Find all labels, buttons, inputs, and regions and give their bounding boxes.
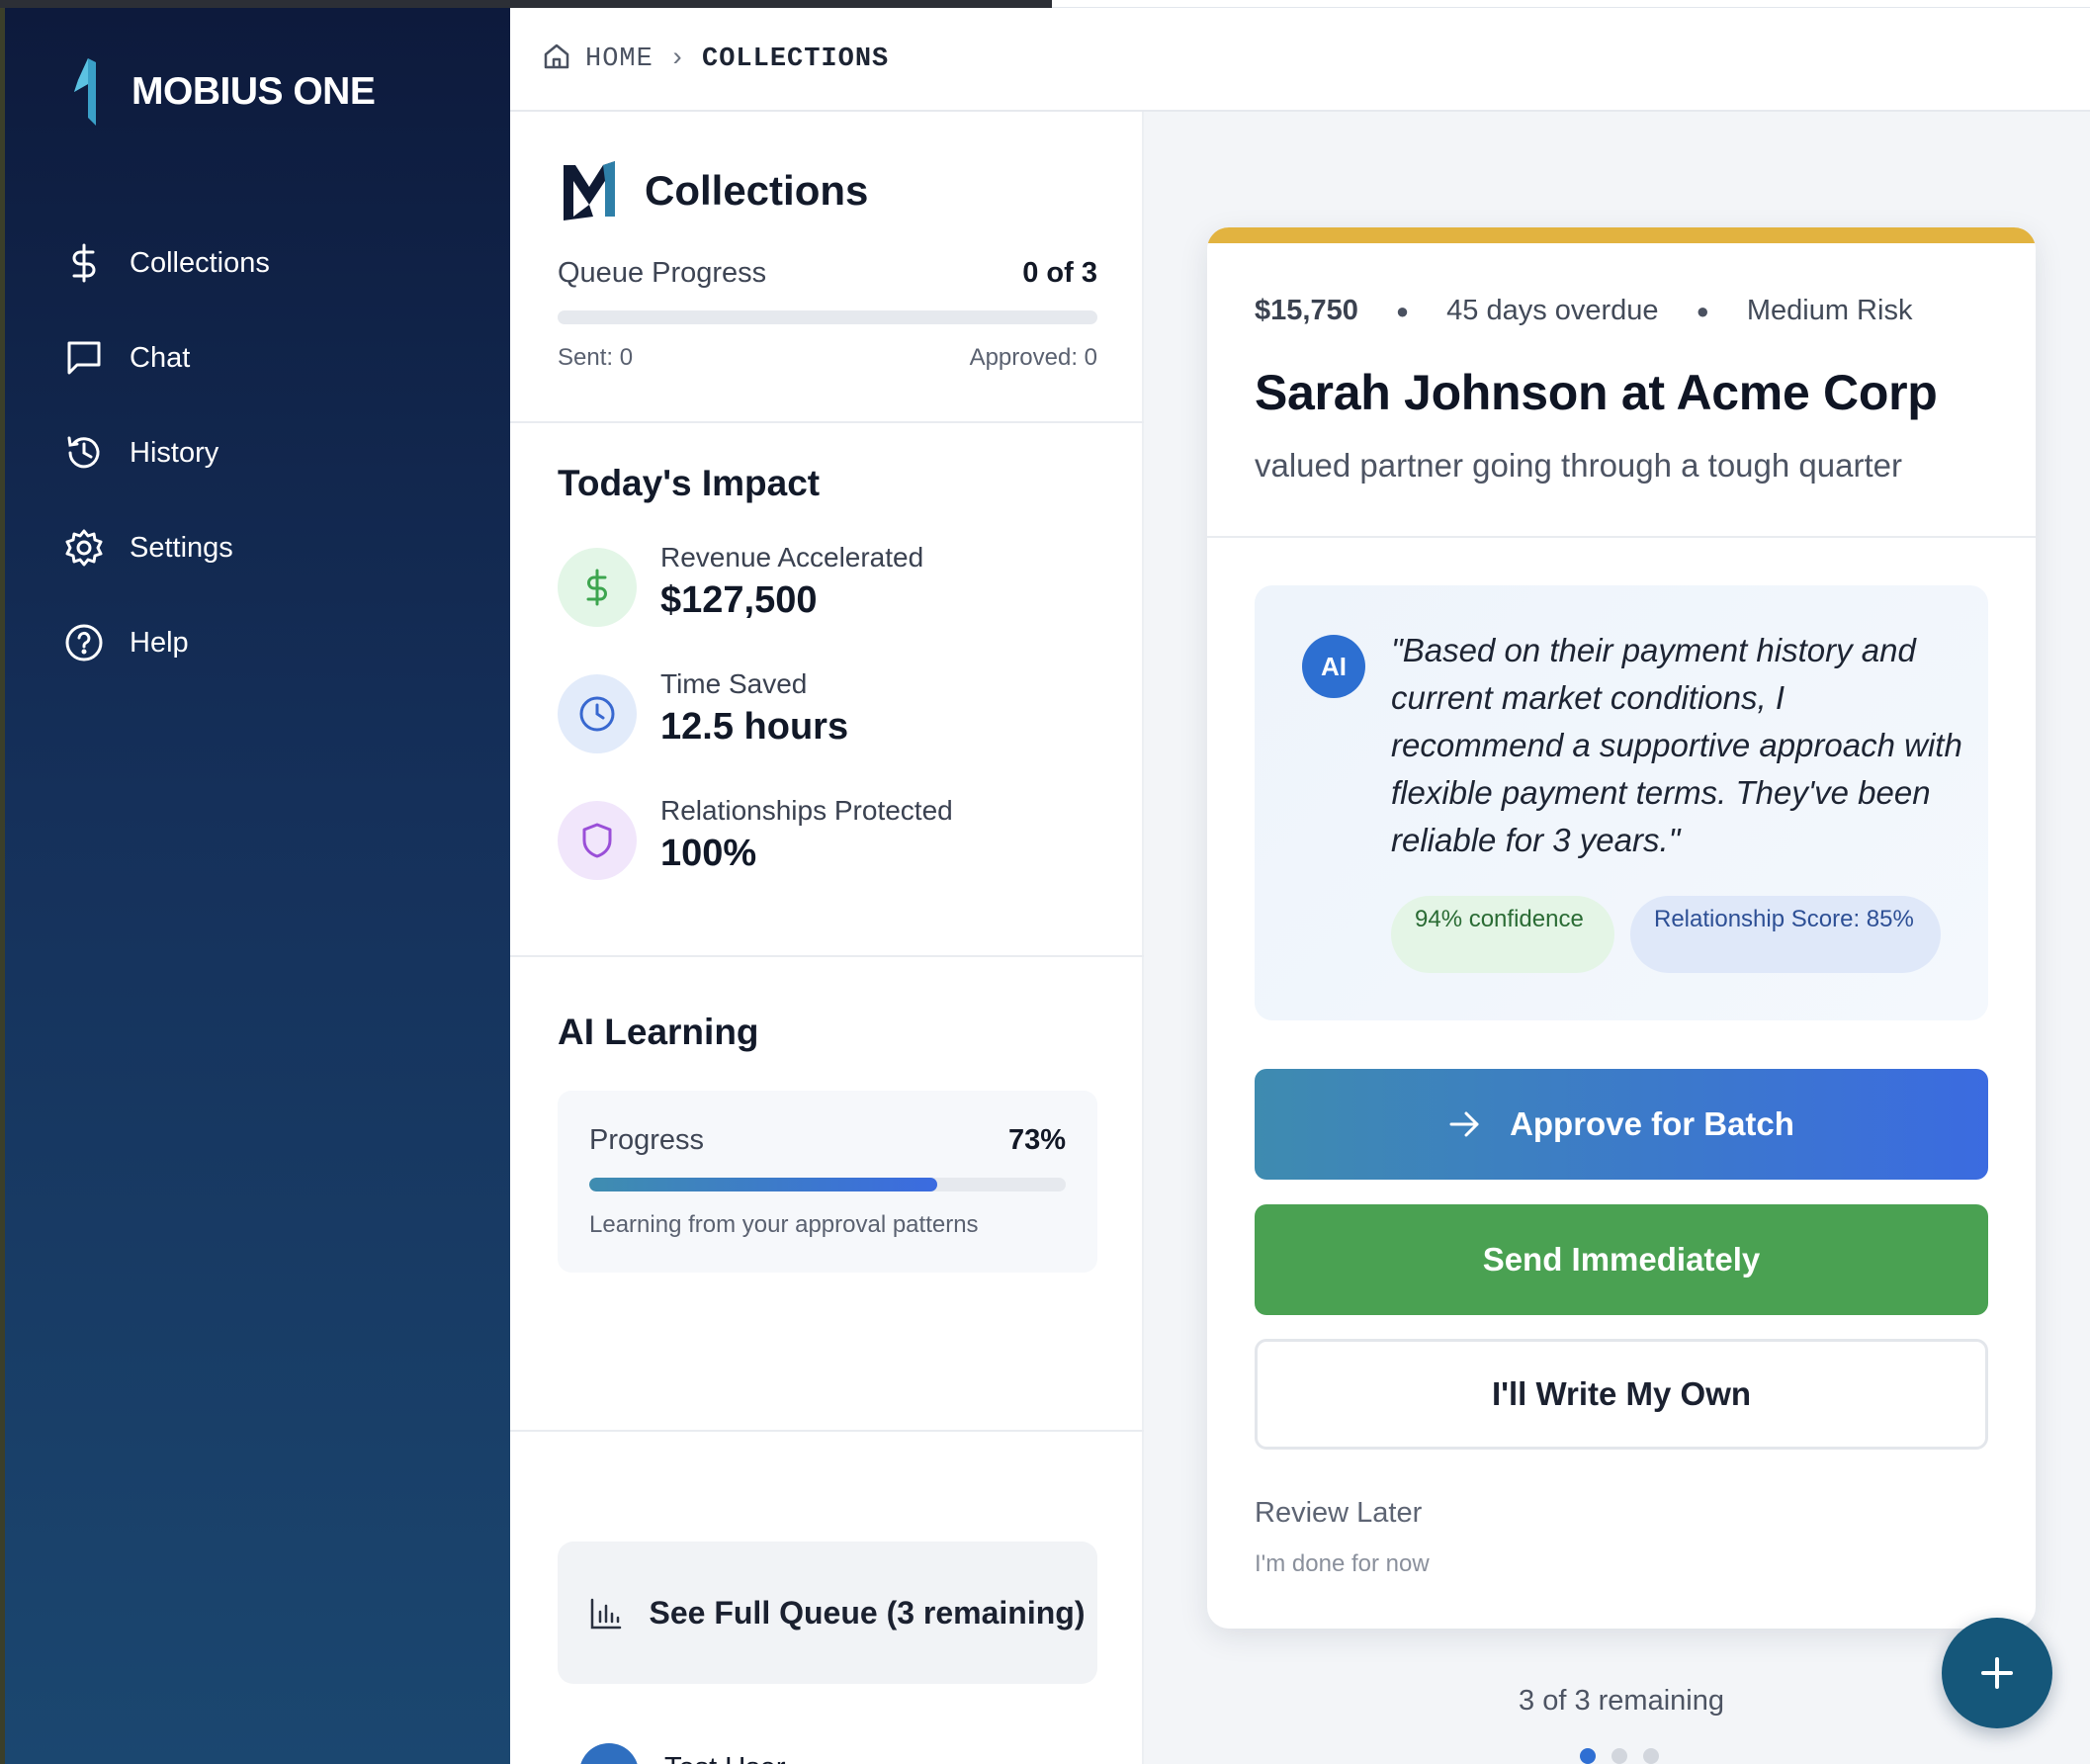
approved-count: Approved: 0 [969,344,1097,371]
pagination-dots [1580,1748,1675,1764]
sidebar-item-label: Chat [130,341,191,374]
amount-due: $15,750 [1255,295,1358,326]
approve-for-batch-label: Approve for Batch [1510,1105,1794,1142]
plus-icon [1981,1657,2013,1689]
queue-progress-value: 0 of 3 [1022,257,1097,289]
impact-title: Today's Impact [558,463,821,503]
review-later-link[interactable]: Review Later [1255,1497,1422,1530]
queue-progress-section: Collections Queue Progress 0 of 3 Sent: … [510,112,1144,423]
queue-progress-counts: Sent: 0 Approved: 0 [558,344,1097,372]
sidebar-item-history[interactable]: History [62,405,478,500]
see-full-queue-button[interactable]: See Full Queue (3 remaining) [558,1542,1097,1684]
queue-progress-label: Queue Progress [558,257,767,289]
done-for-now-link[interactable]: I'm done for now [1255,1550,1430,1578]
impact-section: Today's Impact Revenue Accelerated $127,… [510,423,1144,957]
ai-learning-row: Progress 73% [589,1124,1066,1157]
impact-value: $127,500 [660,579,818,621]
arrow-right-icon [1449,1111,1479,1137]
sidebar: MOBIUS ONE Collections Chat History Sett… [0,8,510,1764]
ai-learning-note: Learning from your approval patterns [589,1211,979,1238]
sidebar-item-label: Collections [130,246,270,279]
days-overdue: 45 days overdue [1446,295,1659,326]
gear-icon [62,526,106,570]
write-my-own-button[interactable]: I'll Write My Own [1255,1339,1988,1450]
queue-progress-row: Queue Progress 0 of 3 [558,257,1097,290]
remaining-count: 3 of 3 remaining [1519,1685,1724,1717]
ai-recommendation-text: "Based on their payment history and curr… [1391,632,1962,858]
window-top-strip-dark [0,0,1052,8]
impact-relationships: Relationships Protected 100% [558,795,1111,884]
ai-learning-value: 73% [1007,1124,1066,1156]
ai-learning-card: Progress 73% Learning from your approval… [558,1091,1097,1273]
see-full-queue-label: See Full Queue (3 remaining) [649,1594,1086,1631]
sidebar-item-chat[interactable]: Chat [62,310,478,405]
avatar [579,1743,639,1764]
impact-value: 12.5 hours [660,706,849,748]
divider [1207,536,2036,538]
ai-learning-title: AI Learning [558,1012,759,1052]
help-icon [62,621,106,664]
pagination-dot[interactable] [1643,1748,1659,1764]
sidebar-item-label: Settings [130,531,233,564]
collections-panel: Collections Queue Progress 0 of 3 Sent: … [510,112,1144,1764]
sidebar-item-settings[interactable]: Settings [62,500,478,595]
dollar-icon [62,241,106,285]
brand[interactable]: MOBIUS ONE [66,57,376,127]
bar-chart-icon [590,1598,622,1630]
shield-icon [558,801,637,880]
panel-heading: Collections [560,159,868,222]
ai-avatar-icon: AI [1302,635,1365,698]
chat-icon [62,336,106,380]
approve-for-batch-button[interactable]: Approve for Batch [1255,1069,1988,1180]
user-name: Test User [664,1752,785,1764]
impact-label: Relationships Protected [660,795,953,826]
sent-count: Sent: 0 [558,344,634,371]
risk-accent-bar [1207,227,2036,243]
mobius-logo-icon [564,161,615,220]
sidebar-item-help[interactable]: Help [62,595,478,690]
impact-time: Time Saved 12.5 hours [558,668,1111,757]
impact-label: Revenue Accelerated [660,542,924,573]
panel-title: Collections [645,167,869,214]
confidence-badge: 94% confidence [1391,896,1614,973]
impact-revenue: Revenue Accelerated $127,500 [558,542,1111,631]
brand-logo-icon [74,58,96,126]
home-icon[interactable] [542,42,571,76]
clock-icon [558,674,637,753]
impact-label: Time Saved [660,668,808,699]
meta-separator: ● [1696,298,1709,323]
relationship-score-badge: Relationship Score: 85% [1630,896,1941,973]
ai-learning-progress-bar [589,1178,1066,1191]
customer-name: Sarah Johnson at Acme Corp [1255,365,1938,420]
breadcrumb-current: COLLECTIONS [702,44,890,74]
pagination-dot[interactable] [1611,1748,1627,1764]
pagination-dot[interactable] [1580,1748,1596,1764]
queue-progress-bar [558,310,1097,324]
ai-recommendation: AI "Based on their payment history and c… [1255,585,1988,1020]
send-immediately-button[interactable]: Send Immediately [1255,1204,1988,1315]
customer-subtitle: valued partner going through a tough qua… [1255,447,1902,484]
user-profile[interactable]: Test User [579,1743,785,1764]
sidebar-item-label: History [130,436,219,469]
history-icon [62,431,106,475]
ai-learning-label: Progress [589,1124,705,1156]
sidebar-item-label: Help [130,626,189,659]
breadcrumb-home[interactable]: HOME [585,44,653,74]
breadcrumb: HOME › COLLECTIONS [510,8,2090,112]
window-top-strip [0,0,2090,8]
collection-card: $15,750 ● 45 days overdue ● Medium Risk … [1207,227,2036,1629]
meta-separator: ● [1395,298,1410,323]
sidebar-item-collections[interactable]: Collections [62,216,478,310]
impact-value: 100% [660,833,757,874]
ai-learning-progress-fill [589,1178,937,1191]
brand-name: MOBIUS ONE [131,70,376,113]
dollar-icon [558,548,637,627]
sidebar-nav: Collections Chat History Settings Help [62,216,478,690]
add-button[interactable] [1942,1618,2052,1728]
chevron-right-icon: › [668,44,687,74]
risk-level: Medium Risk [1746,295,1913,326]
card-meta: $15,750 ● 45 days overdue ● Medium Risk [1255,295,1912,327]
